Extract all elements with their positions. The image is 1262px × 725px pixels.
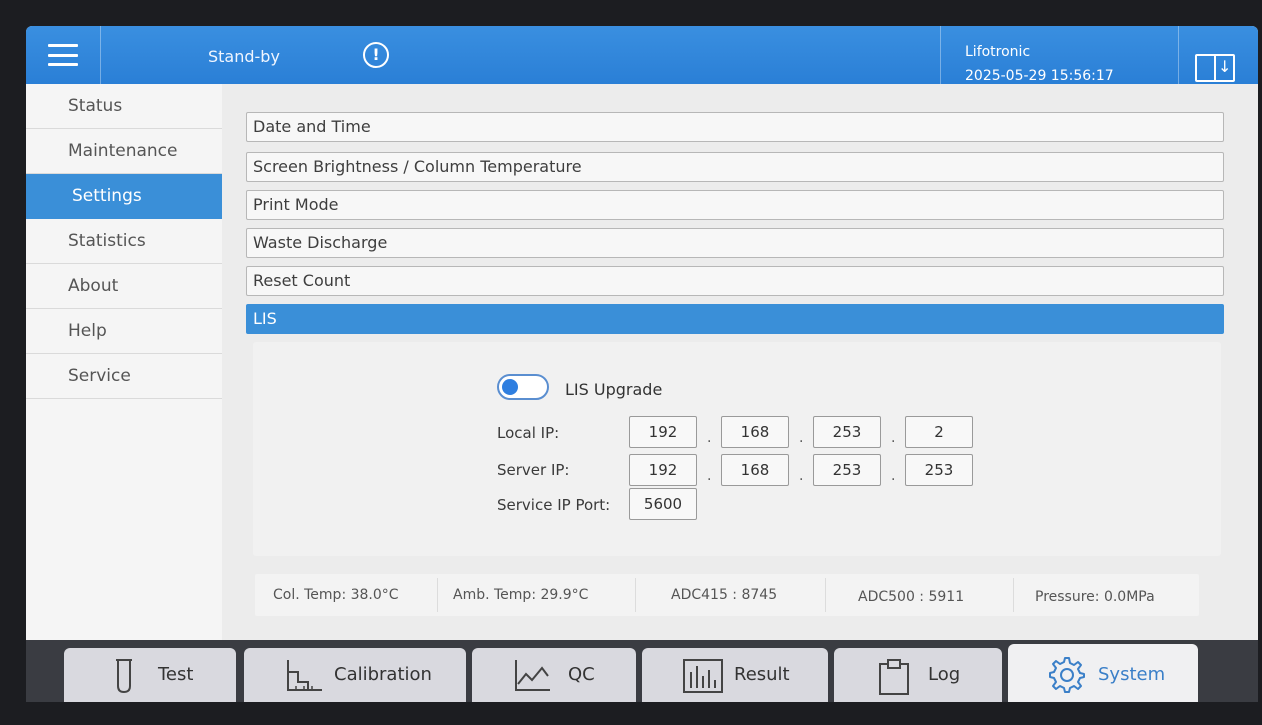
sidebar-item-settings[interactable]: Settings [26, 174, 222, 219]
bar-chart-icon [683, 659, 723, 693]
server-ip-label: Server IP: [497, 461, 570, 479]
settings-row-waste-discharge[interactable]: Waste Discharge [246, 228, 1224, 258]
tab-system[interactable]: System [1008, 644, 1198, 702]
sidebar-item-maintenance[interactable]: Maintenance [26, 129, 222, 174]
sensor-status-bar: Col. Temp: 38.0°C Amb. Temp: 29.9°C ADC4… [255, 574, 1199, 616]
tab-log-label: Log [928, 664, 961, 685]
tab-test-label: Test [158, 664, 194, 685]
server-ip-octet-4[interactable]: 253 [905, 454, 973, 486]
lis-upgrade-label: LIS Upgrade [565, 380, 663, 399]
settings-row-brightness-temperature[interactable]: Screen Brightness / Column Temperature [246, 152, 1224, 182]
tab-calibration[interactable]: Calibration [244, 648, 466, 702]
user-name: Lifotronic [965, 44, 1031, 60]
ip-separator: . [891, 430, 896, 446]
sidebar-item-status[interactable]: Status [26, 84, 222, 129]
line-chart-icon [515, 660, 550, 691]
local-ip-octet-4[interactable]: 2 [905, 416, 973, 448]
tab-qc[interactable]: QC [472, 648, 636, 702]
settings-panel: Date and Time Screen Brightness / Column… [231, 84, 1251, 640]
tab-result[interactable]: Result [642, 648, 828, 702]
settings-row-date-time[interactable]: Date and Time [246, 112, 1224, 142]
settings-row-lis[interactable]: LIS [246, 304, 1224, 334]
local-ip-label: Local IP: [497, 424, 560, 442]
gear-icon [1049, 657, 1085, 693]
exit-icon [1195, 54, 1235, 82]
alert-icon[interactable]: ! [363, 42, 389, 68]
ip-separator: . [707, 468, 712, 484]
pressure-reading: Pressure: 0.0MPa [1035, 589, 1155, 605]
local-ip-octet-1[interactable]: 192 [629, 416, 697, 448]
menu-button[interactable] [26, 26, 101, 84]
sidebar-item-help[interactable]: Help [26, 309, 222, 354]
sidebar-item-about[interactable]: About [26, 264, 222, 309]
server-ip-octet-2[interactable]: 168 [721, 454, 789, 486]
local-ip-octet-2[interactable]: 168 [721, 416, 789, 448]
clipboard-icon [879, 659, 909, 695]
tab-qc-label: QC [568, 664, 595, 685]
lis-settings: LIS Upgrade Local IP: 192 . 168 . 253 . … [253, 342, 1221, 556]
tab-log[interactable]: Log [834, 648, 1002, 702]
ambient-temperature: Amb. Temp: 29.9°C [453, 587, 589, 603]
tab-test[interactable]: Test [64, 648, 236, 702]
settings-row-reset-count[interactable]: Reset Count [246, 266, 1224, 296]
sidebar-item-service[interactable]: Service [26, 354, 222, 399]
service-port-label: Service IP Port: [497, 496, 611, 514]
adc415-reading: ADC415 : 8745 [671, 587, 778, 603]
adc500-reading: ADC500 : 5911 [858, 589, 965, 605]
instrument-status: Stand-by [208, 47, 280, 66]
hamburger-icon [48, 44, 78, 66]
tab-result-label: Result [734, 664, 790, 685]
ip-separator: . [707, 430, 712, 446]
tab-calibration-label: Calibration [334, 664, 432, 685]
column-temperature: Col. Temp: 38.0°C [273, 587, 399, 603]
settings-row-print-mode[interactable]: Print Mode [246, 190, 1224, 220]
ip-separator: . [891, 468, 896, 484]
lis-upgrade-toggle[interactable] [497, 374, 549, 400]
ip-separator: . [799, 468, 804, 484]
ip-separator: . [799, 430, 804, 446]
toggle-knob [502, 379, 518, 395]
service-port-field[interactable]: 5600 [629, 488, 697, 520]
tab-system-label: System [1098, 664, 1166, 685]
top-bar: Stand-by ! Lifotronic 2025-05-29 15:56:1… [26, 26, 1258, 96]
server-ip-octet-3[interactable]: 253 [813, 454, 881, 486]
test-tube-icon [116, 659, 132, 694]
current-datetime: 2025-05-29 15:56:17 [965, 68, 1114, 84]
device-screen: Stand-by ! Lifotronic 2025-05-29 15:56:1… [26, 26, 1258, 702]
sidebar-item-statistics[interactable]: Statistics [26, 219, 222, 264]
calibration-icon [287, 660, 322, 691]
local-ip-octet-3[interactable]: 253 [813, 416, 881, 448]
sidebar: Status Maintenance Settings Statistics A… [26, 84, 222, 640]
bottom-nav: Test Calibration QC Result Log System [26, 640, 1258, 702]
server-ip-octet-1[interactable]: 192 [629, 454, 697, 486]
user-info: Lifotronic 2025-05-29 15:56:17 [940, 26, 1178, 84]
